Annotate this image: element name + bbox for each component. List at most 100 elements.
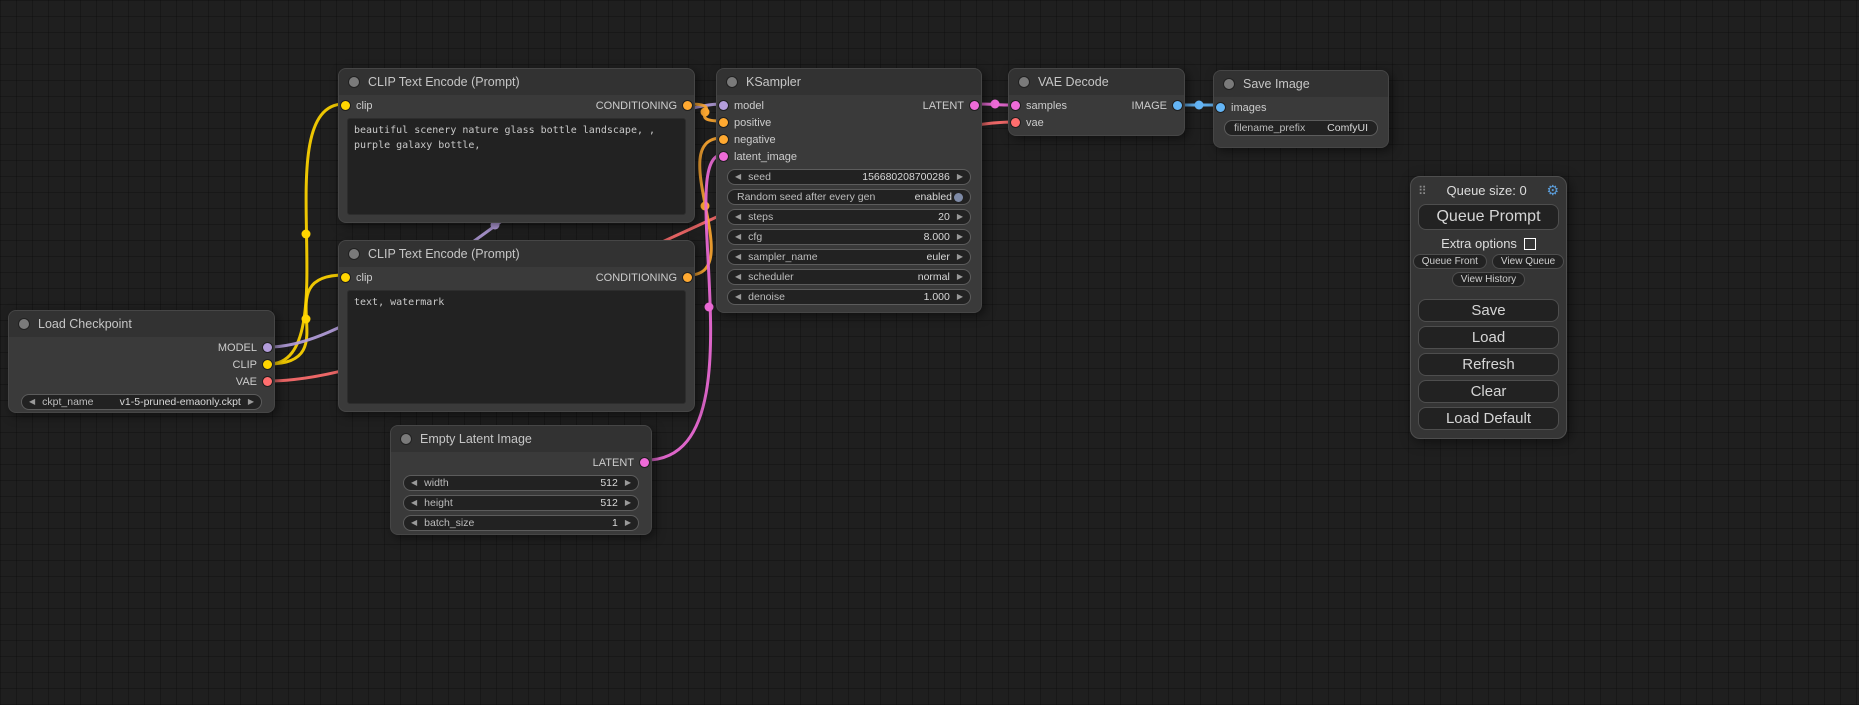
widget-label: filename_prefix — [1234, 122, 1305, 134]
increment-arrow-icon[interactable]: ▶ — [957, 173, 963, 181]
scheduler-widget[interactable]: ◀ scheduler normal ▶ — [727, 269, 971, 285]
node-title-bar[interactable]: CLIP Text Encode (Prompt) — [339, 69, 694, 95]
node-load-checkpoint[interactable]: Load Checkpoint MODEL CLIP VAE ◀ ckpt_na… — [8, 310, 275, 413]
decrement-arrow-icon[interactable]: ◀ — [411, 519, 417, 527]
height-widget[interactable]: ◀ height 512 ▶ — [403, 495, 639, 511]
node-title-bar[interactable]: VAE Decode — [1009, 69, 1184, 95]
node-title-bar[interactable]: Empty Latent Image — [391, 426, 651, 452]
node-title-bar[interactable]: CLIP Text Encode (Prompt) — [339, 241, 694, 267]
conditioning-output-slot[interactable] — [683, 273, 692, 282]
random-seed-toggle-widget[interactable]: Random seed after every gen enabled — [727, 189, 971, 205]
model-input-slot[interactable] — [719, 101, 728, 110]
node-title-bar[interactable]: Load Checkpoint — [9, 311, 274, 337]
model-output-slot[interactable] — [263, 343, 272, 352]
toggle-dot-icon[interactable] — [954, 193, 963, 202]
sampler-name-widget[interactable]: ◀ sampler_name euler ▶ — [727, 249, 971, 265]
node-title-bar[interactable]: KSampler — [717, 69, 981, 95]
latent-image-input-slot[interactable] — [719, 152, 728, 161]
conditioning-output-slot[interactable] — [683, 101, 692, 110]
clip-output-slot[interactable] — [263, 360, 272, 369]
save-button[interactable]: Save — [1418, 299, 1559, 322]
steps-widget[interactable]: ◀ steps 20 ▶ — [727, 209, 971, 225]
node-save-image[interactable]: Save Image images filename_prefix ComfyU… — [1213, 70, 1389, 148]
positive-prompt-textarea[interactable]: beautiful scenery nature glass bottle la… — [347, 118, 686, 215]
drag-handle-icon[interactable]: ⠿ — [1418, 184, 1427, 198]
decrement-arrow-icon[interactable]: ◀ — [411, 479, 417, 487]
widget-value: 156680208700286 — [862, 171, 950, 183]
slot-row: clip CONDITIONING — [339, 269, 694, 286]
filename-prefix-widget[interactable]: filename_prefix ComfyUI — [1224, 120, 1378, 136]
latent-output-slot[interactable] — [970, 101, 979, 110]
collapse-dot-icon[interactable] — [349, 249, 359, 259]
link-midpoint-dot — [991, 100, 1000, 109]
settings-gear-icon[interactable]: ⚙ — [1546, 182, 1559, 199]
denoise-widget[interactable]: ◀ denoise 1.000 ▶ — [727, 289, 971, 305]
collapse-dot-icon[interactable] — [1224, 79, 1234, 89]
extra-options-checkbox[interactable] — [1524, 238, 1536, 250]
positive-input-slot[interactable] — [719, 118, 728, 127]
collapse-dot-icon[interactable] — [401, 434, 411, 444]
widget-value: normal — [918, 271, 950, 283]
decrement-arrow-icon[interactable]: ◀ — [411, 499, 417, 507]
image-output-slot[interactable] — [1173, 101, 1182, 110]
decrement-arrow-icon[interactable]: ◀ — [735, 233, 741, 241]
increment-arrow-icon[interactable]: ▶ — [625, 479, 631, 487]
clip-input-slot[interactable] — [341, 101, 350, 110]
increment-arrow-icon[interactable]: ▶ — [957, 213, 963, 221]
input-label: clip — [356, 272, 373, 284]
collapse-dot-icon[interactable] — [1019, 77, 1029, 87]
refresh-button[interactable]: Refresh — [1418, 353, 1559, 376]
view-history-button[interactable]: View History — [1452, 272, 1525, 287]
node-title: CLIP Text Encode (Prompt) — [368, 75, 520, 89]
widget-value: 20 — [938, 211, 950, 223]
decrement-arrow-icon[interactable]: ◀ — [735, 253, 741, 261]
increment-arrow-icon[interactable]: ▶ — [625, 499, 631, 507]
latent-output-slot[interactable] — [640, 458, 649, 467]
collapse-dot-icon[interactable] — [727, 77, 737, 87]
increment-arrow-icon[interactable]: ▶ — [957, 233, 963, 241]
decrement-arrow-icon[interactable]: ◀ — [735, 293, 741, 301]
images-input-slot[interactable] — [1216, 103, 1225, 112]
widget-value: 8.000 — [924, 231, 950, 243]
input-label: images — [1231, 102, 1266, 114]
queue-front-button[interactable]: Queue Front — [1413, 254, 1487, 269]
ckpt-name-widget[interactable]: ◀ ckpt_name v1-5-pruned-emaonly.ckpt ▶ — [21, 394, 262, 410]
vae-output-slot[interactable] — [263, 377, 272, 386]
decrement-arrow-icon[interactable]: ◀ — [735, 173, 741, 181]
vae-input-slot[interactable] — [1011, 118, 1020, 127]
negative-prompt-textarea[interactable]: text, watermark — [347, 290, 686, 404]
increment-arrow-icon[interactable]: ▶ — [625, 519, 631, 527]
increment-arrow-icon[interactable]: ▶ — [957, 293, 963, 301]
collapse-dot-icon[interactable] — [19, 319, 29, 329]
node-title: KSampler — [746, 75, 801, 89]
node-empty-latent-image[interactable]: Empty Latent Image LATENT ◀ width 512 ▶ … — [390, 425, 652, 535]
load-default-button[interactable]: Load Default — [1418, 407, 1559, 430]
batch-size-widget[interactable]: ◀ batch_size 1 ▶ — [403, 515, 639, 531]
seed-widget[interactable]: ◀ seed 156680208700286 ▶ — [727, 169, 971, 185]
widget-label: cfg — [748, 231, 762, 243]
queue-prompt-button[interactable]: Queue Prompt — [1418, 204, 1559, 230]
output-label: LATENT — [593, 457, 634, 469]
decrement-arrow-icon[interactable]: ◀ — [735, 213, 741, 221]
node-ksampler[interactable]: KSampler model LATENT positive negative … — [716, 68, 982, 313]
negative-input-slot[interactable] — [719, 135, 728, 144]
view-queue-button[interactable]: View Queue — [1492, 254, 1564, 269]
increment-arrow-icon[interactable]: ▶ — [957, 273, 963, 281]
decrement-arrow-icon[interactable]: ◀ — [29, 398, 35, 406]
node-clip-text-encode-negative[interactable]: CLIP Text Encode (Prompt) clip CONDITION… — [338, 240, 695, 412]
decrement-arrow-icon[interactable]: ◀ — [735, 273, 741, 281]
node-title-bar[interactable]: Save Image — [1214, 71, 1388, 97]
increment-arrow-icon[interactable]: ▶ — [957, 253, 963, 261]
width-widget[interactable]: ◀ width 512 ▶ — [403, 475, 639, 491]
node-title: Load Checkpoint — [38, 317, 132, 331]
collapse-dot-icon[interactable] — [349, 77, 359, 87]
cfg-widget[interactable]: ◀ cfg 8.000 ▶ — [727, 229, 971, 245]
load-button[interactable]: Load — [1418, 326, 1559, 349]
clear-button[interactable]: Clear — [1418, 380, 1559, 403]
node-clip-text-encode-positive[interactable]: CLIP Text Encode (Prompt) clip CONDITION… — [338, 68, 695, 223]
link-midpoint-dot — [701, 108, 710, 117]
increment-arrow-icon[interactable]: ▶ — [248, 398, 254, 406]
samples-input-slot[interactable] — [1011, 101, 1020, 110]
node-vae-decode[interactable]: VAE Decode samples IMAGE vae — [1008, 68, 1185, 136]
clip-input-slot[interactable] — [341, 273, 350, 282]
